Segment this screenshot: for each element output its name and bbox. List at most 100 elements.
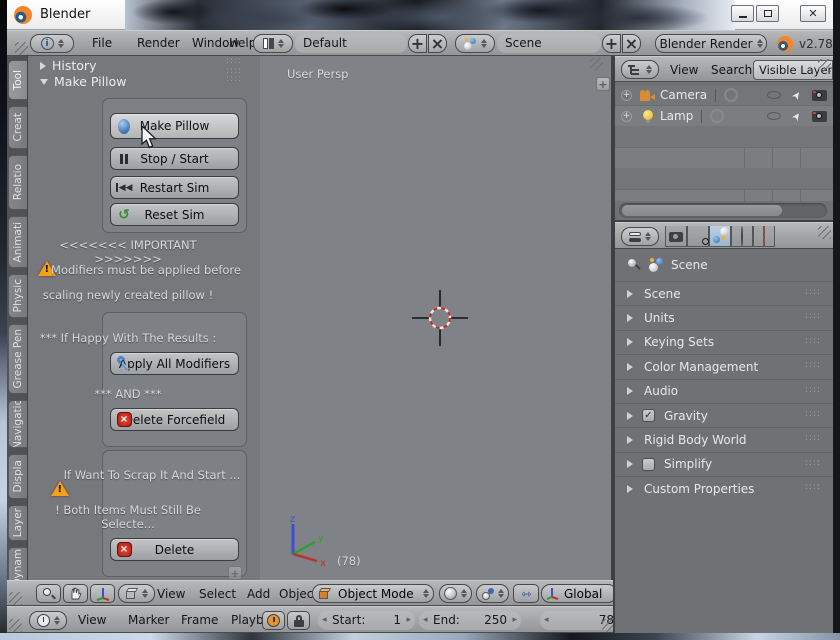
shelf-add-icon[interactable]: + (228, 566, 242, 580)
menu-file[interactable]: File (92, 36, 112, 50)
screen-layout-icon-button[interactable] (253, 34, 293, 53)
panel-drag-dots[interactable]: :::: (805, 336, 821, 346)
timeline-menu-marker[interactable]: Marker (128, 613, 169, 627)
editor-type-selector-3dview[interactable] (118, 584, 155, 603)
viewport-menu-add[interactable]: Add (247, 587, 270, 601)
toolshelf-tab-layer[interactable]: Layer (8, 505, 27, 541)
pivot-point-dropdown[interactable] (476, 584, 509, 603)
property-panel-simplify[interactable]: Simplify:::: (615, 452, 833, 476)
panel-drag-dots[interactable]: :::::::: (226, 56, 242, 76)
toolshelf-tab-grease-pen[interactable]: Grease Pen (8, 324, 27, 394)
breadcrumb-label[interactable]: Scene (671, 258, 708, 272)
panel-drag-dots[interactable]: :::: (226, 74, 242, 84)
selectability-cursor-icon[interactable]: ➤ (788, 108, 804, 123)
playback-sync-button[interactable] (262, 611, 285, 630)
area-corner-handle[interactable] (9, 592, 22, 605)
magnifier-icon-button[interactable] (36, 584, 61, 603)
property-panel-gravity[interactable]: ✓Gravity:::: (615, 403, 833, 427)
stop-start-button[interactable]: Stop / Start (110, 147, 239, 170)
add-layout-button[interactable]: + (408, 34, 427, 53)
render-layers-tab[interactable] (687, 226, 709, 247)
property-panel-units[interactable]: Units:::: (615, 305, 833, 329)
panel-drag-dots[interactable]: :::: (805, 458, 821, 468)
maximize-button[interactable] (756, 5, 779, 22)
viewport-shading-dropdown[interactable] (439, 584, 472, 603)
outliner-menu-view[interactable]: View (670, 63, 698, 77)
apply-all-modifiers-button[interactable]: Apply All Modifiers (110, 352, 239, 375)
outliner-scrollbar-track[interactable] (619, 203, 827, 218)
area-corner-handle[interactable] (15, 42, 28, 55)
remove-scene-button[interactable]: × (622, 34, 641, 53)
timeline-menu-frame[interactable]: Frame (181, 613, 218, 627)
renderability-camera-icon[interactable] (812, 111, 827, 122)
property-panel-rigid-body-world[interactable]: Rigid Body World:::: (615, 427, 833, 451)
panel-drag-dots[interactable]: :::: (805, 287, 821, 297)
property-panel-color-management[interactable]: Color Management:::: (615, 354, 833, 378)
area-corner-handle[interactable] (818, 59, 831, 72)
panel-drag-dots[interactable]: :::: (805, 433, 821, 443)
make-pillow-button[interactable]: Make Pillow (110, 113, 239, 139)
outliner-row-camera[interactable]: +Camera➤ (615, 84, 833, 105)
viewport-menu-view[interactable]: View (157, 587, 185, 601)
area-corner-handle[interactable] (818, 226, 831, 239)
menu-render[interactable]: Render (137, 36, 180, 50)
toolshelf-tab-tool[interactable]: Tool (8, 60, 27, 100)
toolshelf-tab-animati[interactable]: Animati (8, 216, 27, 268)
expand-icon[interactable]: + (621, 111, 632, 122)
manipulator-toggle-button[interactable]: ⇿ (513, 584, 539, 603)
add-scene-button[interactable]: + (602, 34, 621, 53)
toolshelf-tab-physic[interactable]: Physic (8, 274, 27, 318)
scene-selector-icon-button[interactable] (455, 34, 495, 53)
viewport-menu-select[interactable]: Select (199, 587, 236, 601)
render-engine-dropdown[interactable]: Blender Render (655, 34, 767, 53)
hand-icon-button[interactable] (63, 584, 88, 603)
visibility-eye-icon[interactable] (767, 112, 781, 120)
texture-tab[interactable] (753, 226, 775, 247)
panel-header-make-pillow[interactable]: Make Pillow (40, 74, 126, 89)
area-corner-handle[interactable] (590, 58, 603, 71)
reset-sim-button[interactable]: ↺Reset Sim (110, 203, 239, 226)
visibility-eye-icon[interactable] (767, 91, 781, 99)
outliner-menu-search[interactable]: Search (711, 63, 752, 77)
minimize-button[interactable] (731, 5, 754, 22)
area-corner-handle[interactable] (9, 619, 22, 632)
toolshelf-tab-relatio[interactable]: Relatio (8, 155, 27, 210)
3d-viewport[interactable]: User Persp + z y x (78) (260, 56, 613, 580)
lock-frame-button[interactable] (287, 611, 310, 630)
render-tab[interactable] (665, 226, 687, 247)
timeline-menu-view[interactable]: View (78, 613, 106, 627)
property-panel-scene[interactable]: Scene:::: (615, 281, 833, 305)
editor-type-selector-info[interactable]: i (30, 34, 74, 53)
mode-dropdown[interactable]: Object Mode (312, 584, 434, 603)
outliner-row-lamp[interactable]: +Lamp➤ (615, 105, 833, 126)
delete-button[interactable]: × Delete (110, 538, 239, 561)
window-titlebar[interactable]: Blender ✕ (7, 0, 833, 30)
editor-type-selector-timeline[interactable] (29, 611, 67, 630)
property-panel-audio[interactable]: Audio:::: (615, 379, 833, 403)
property-panel-custom-properties[interactable]: Custom Properties:::: (615, 476, 833, 500)
panel-drag-dots[interactable]: :::: (805, 311, 821, 321)
open-properties-region-button[interactable]: + (596, 77, 610, 91)
expand-icon[interactable]: + (621, 90, 632, 101)
restart-sim-button[interactable]: ◀◀Restart Sim (110, 176, 239, 199)
delete-forcefield-button[interactable]: × Delete Forcefield (110, 408, 239, 431)
checkbox-checked[interactable]: ✓ (642, 409, 655, 422)
pin-icon[interactable] (627, 258, 641, 272)
panel-drag-dots[interactable]: :::: (805, 409, 821, 419)
world-tab[interactable] (731, 226, 753, 247)
toolshelf-tab-creat[interactable]: Creat (8, 106, 27, 149)
frame-end-field[interactable]: ◂ End: 250 ▸ (419, 611, 521, 630)
scene-tab[interactable] (709, 226, 731, 247)
screen-layout-name-field[interactable]: Default (295, 34, 407, 53)
panel-drag-dots[interactable]: :::: (805, 482, 821, 492)
close-button[interactable]: ✕ (800, 5, 826, 22)
checkbox-unchecked[interactable] (642, 458, 655, 471)
editor-type-selector-outliner[interactable] (621, 60, 659, 79)
selectability-cursor-icon[interactable]: ➤ (788, 87, 804, 102)
property-panel-keying-sets[interactable]: Keying Sets:::: (615, 330, 833, 354)
panel-header-history[interactable]: History (40, 58, 96, 73)
panel-drag-dots[interactable]: :::: (805, 360, 821, 370)
editor-type-selector-properties[interactable] (621, 227, 659, 246)
toolshelf-tab-displa[interactable]: Displa (8, 454, 27, 499)
remove-layout-button[interactable]: × (428, 34, 447, 53)
